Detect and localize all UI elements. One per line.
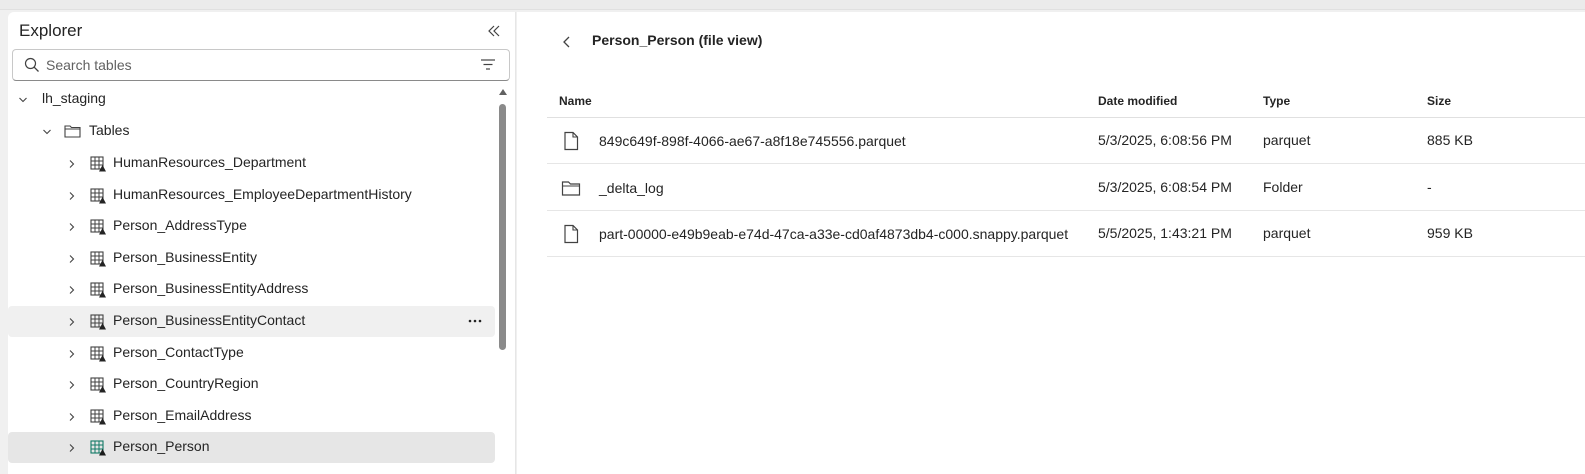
tree-item-table[interactable]: Person_CountryRegion — [8, 369, 495, 400]
chevron-right-icon[interactable] — [66, 379, 78, 391]
lakehouse-label: lh_staging — [42, 90, 106, 106]
file-row[interactable]: 849c649f-898f-4066-ae67-a8f18e745556.par… — [547, 118, 1585, 164]
file-size: - — [1427, 178, 1432, 195]
file-icon — [564, 131, 579, 151]
column-header-name[interactable]: Name — [559, 94, 592, 108]
back-chevron-icon[interactable] — [559, 34, 575, 50]
tables-folder-label: Tables — [89, 122, 130, 138]
file-view-panel: Person_Person (file view) Name Date modi… — [517, 12, 1585, 474]
search-input[interactable] — [46, 54, 466, 76]
file-name[interactable]: part-00000-e49b9eab-e74d-47ca-a33e-cd0af… — [599, 226, 1068, 242]
file-row[interactable]: part-00000-e49b9eab-e74d-47ca-a33e-cd0af… — [547, 211, 1585, 257]
tree-scrollbar[interactable] — [498, 88, 508, 474]
file-icon — [564, 224, 579, 244]
more-options-icon[interactable] — [464, 313, 486, 329]
delta-table-icon — [90, 346, 106, 362]
chevron-right-icon[interactable] — [66, 190, 78, 202]
explorer-title: Explorer — [19, 21, 83, 40]
chevron-down-icon[interactable] — [41, 126, 53, 138]
file-type: parquet — [1263, 225, 1311, 241]
delta-table-icon — [90, 282, 106, 298]
file-name[interactable]: 849c649f-898f-4066-ae67-a8f18e745556.par… — [599, 133, 906, 149]
column-header-type[interactable]: Type — [1263, 94, 1290, 108]
table-label: Person_AddressType — [113, 217, 247, 234]
chevron-down-icon[interactable] — [17, 94, 29, 106]
collapse-panel-button[interactable] — [484, 21, 504, 41]
chevron-right-icon[interactable] — [66, 158, 78, 170]
tree-item-table[interactable]: Person_AddressType — [8, 211, 495, 242]
file-date-modified: 5/5/2025, 1:43:21 PM — [1098, 225, 1232, 241]
tree-item-tables-folder[interactable]: Tables — [8, 116, 495, 147]
file-size: 885 KB — [1427, 132, 1473, 148]
delta-table-icon — [90, 314, 106, 330]
tree-item-table[interactable]: Person_ContactType — [8, 338, 495, 369]
tree-item-table[interactable]: Person_Person — [8, 432, 495, 464]
delta-table-icon — [90, 440, 106, 456]
folder-icon — [561, 180, 581, 196]
folder-icon — [64, 125, 81, 138]
search-box — [12, 49, 510, 81]
tree-item-table[interactable]: HumanResources_Department — [8, 148, 495, 179]
tree-item-table[interactable]: Person_BusinessEntityAddress — [8, 274, 495, 305]
tree-item-table[interactable]: Person_BusinessEntityContact — [8, 306, 495, 337]
file-date-modified: 5/3/2025, 6:08:54 PM — [1098, 178, 1232, 195]
table-label: Person_BusinessEntityAddress — [113, 280, 309, 297]
delta-table-icon — [90, 409, 106, 425]
tree-item-table[interactable]: Person_EmailAddress — [8, 401, 495, 432]
scroll-up-arrow-icon[interactable] — [499, 88, 507, 96]
delta-table-icon — [90, 188, 106, 204]
filter-icon[interactable] — [480, 57, 496, 73]
double-chevron-left-icon — [488, 25, 500, 37]
table-label: HumanResources_Department — [113, 154, 306, 170]
table-label: Person_ContactType — [113, 343, 244, 360]
scrollbar-thumb[interactable] — [499, 104, 506, 350]
file-size: 959 KB — [1427, 225, 1473, 241]
file-date-modified: 5/3/2025, 6:08:56 PM — [1098, 132, 1232, 148]
table-label: Person_Person — [113, 438, 210, 455]
top-bar — [0, 0, 1585, 10]
column-header-date-modified[interactable]: Date modified — [1098, 94, 1177, 108]
file-type: Folder — [1263, 178, 1303, 195]
chevron-right-icon[interactable] — [66, 253, 78, 265]
tree-item-table[interactable]: Person_BusinessEntity — [8, 243, 495, 274]
delta-table-icon — [90, 156, 106, 172]
table-label: Person_BusinessEntity — [113, 248, 257, 265]
chevron-right-icon[interactable] — [66, 348, 78, 360]
chevron-right-icon[interactable] — [66, 411, 78, 423]
column-header-size[interactable]: Size — [1427, 94, 1451, 108]
chevron-right-icon[interactable] — [66, 284, 78, 296]
table-label: HumanResources_EmployeeDepartmentHistory — [113, 185, 412, 202]
delta-table-icon — [90, 377, 106, 393]
chevron-right-icon[interactable] — [66, 316, 78, 328]
search-icon — [24, 57, 39, 72]
delta-table-icon — [90, 251, 106, 267]
table-label: Person_EmailAddress — [113, 406, 252, 423]
file-row[interactable]: _delta_log 5/3/2025, 6:08:54 PM Folder - — [547, 165, 1585, 211]
chevron-right-icon[interactable] — [66, 442, 78, 454]
table-label: Person_BusinessEntityContact — [113, 312, 306, 328]
tree-item-lakehouse[interactable]: lh_staging — [8, 84, 495, 115]
chevron-right-icon[interactable] — [66, 221, 78, 233]
explorer-panel: Explorer lh_staging — [8, 12, 516, 474]
page-title: Person_Person (file view) — [592, 32, 763, 48]
table-label: Person_CountryRegion — [113, 375, 259, 392]
delta-table-icon — [90, 219, 106, 235]
file-name[interactable]: _delta_log — [599, 180, 664, 196]
tree-item-table[interactable]: HumanResources_EmployeeDepartmentHistory — [8, 180, 495, 211]
file-type: parquet — [1263, 132, 1311, 148]
